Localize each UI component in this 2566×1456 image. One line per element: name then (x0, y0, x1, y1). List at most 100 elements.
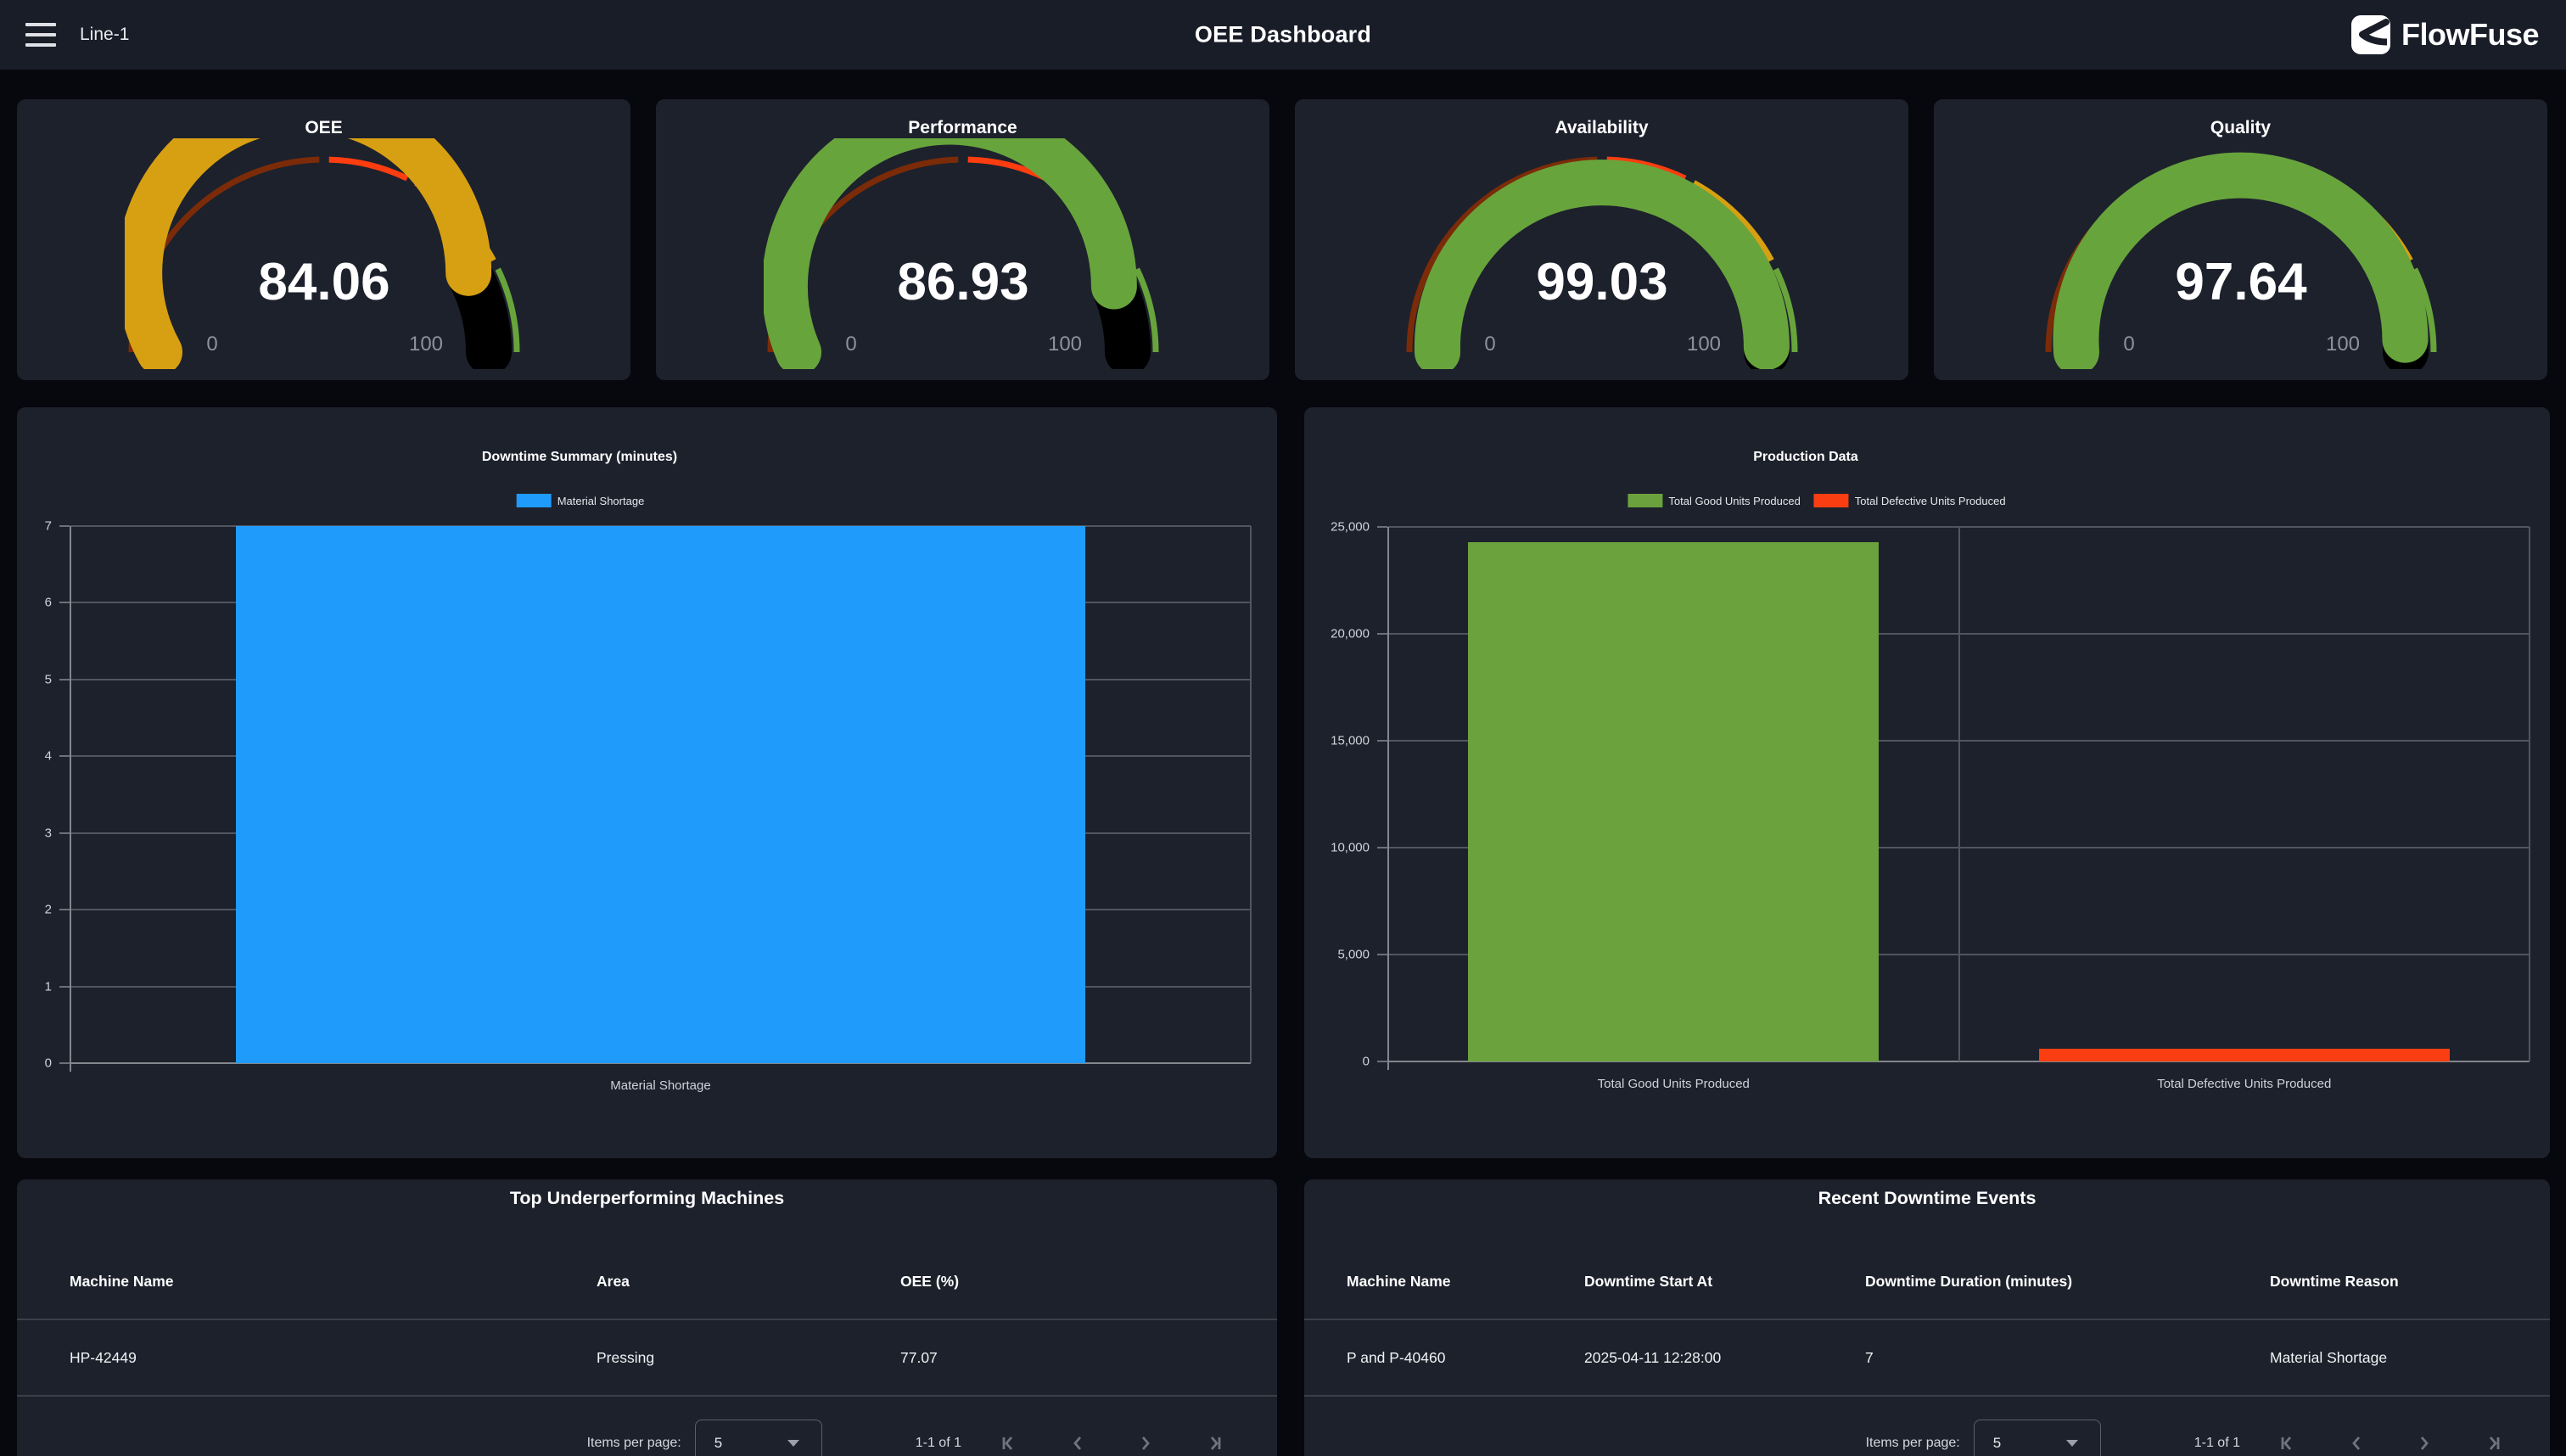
y-axis-tick-label: 15,000 (1285, 735, 1370, 748)
svg-text:0: 0 (206, 333, 217, 356)
pagination-buttons (2277, 1432, 2503, 1454)
oee-dashboard-screen: Line-1 OEE Dashboard FlowFuse OEE84.0601… (0, 0, 2566, 1456)
x-axis-label: Material Shortage (610, 1078, 710, 1093)
y-axis-tick-mark (1377, 1061, 1387, 1062)
gauge-value: 97.64 (2175, 253, 2307, 311)
y-axis-tick-label: 2 (0, 904, 52, 916)
y-axis-line (70, 526, 71, 1072)
chevron-right-icon[interactable] (1135, 1432, 1157, 1454)
first-page-icon[interactable] (999, 1432, 1021, 1454)
table-title: Recent Downtime Events (1304, 1188, 2550, 1209)
items-per-page-select[interactable]: 5 (1974, 1420, 2101, 1456)
svg-text:0: 0 (845, 333, 856, 356)
svg-text:100: 100 (1686, 333, 1720, 356)
y-axis-tick-mark (1377, 847, 1387, 848)
y-axis-tick-mark (59, 755, 70, 757)
items-per-page-label: Items per page: (587, 1436, 681, 1451)
y-axis-tick-mark (59, 909, 70, 910)
y-axis-tick-label: 0 (1285, 1056, 1370, 1068)
gauge-value: 86.93 (897, 253, 1028, 311)
gauge-card-oee: OEE84.060100 (17, 99, 630, 380)
first-page-icon[interactable] (2277, 1432, 2300, 1454)
table-cell: HP-42449 (70, 1349, 137, 1367)
items-per-page-value: 5 (1993, 1435, 2001, 1452)
x-axis-label: Total Defective Units Produced (2157, 1077, 2331, 1091)
menu-icon[interactable] (25, 23, 56, 47)
chevron-down-icon (2066, 1440, 2078, 1447)
gauge-card-performance: Performance 86.93 0 100 (656, 99, 1269, 380)
table-header-cell: Downtime Reason (2270, 1273, 2399, 1291)
items-per-page-value: 5 (714, 1435, 722, 1452)
chart-card-1: Production DataTotal Good Units Produced… (1304, 407, 2550, 1158)
y-axis-tick-mark (1377, 526, 1387, 528)
flowfuse-icon (2350, 14, 2391, 55)
items-per-page-label: Items per page: (1866, 1436, 1960, 1451)
table-header-cell: Machine Name (1347, 1273, 1451, 1291)
chart-plot: 01234567Material Shortage (17, 407, 1277, 1158)
y-axis-tick-label: 1 (0, 980, 52, 993)
chevron-left-icon[interactable] (2345, 1432, 2367, 1454)
table-cell: 7 (1865, 1349, 1874, 1367)
chart-card-0: Downtime Summary (minutes)Material Short… (17, 407, 1277, 1158)
y-axis-tick-mark (1377, 740, 1387, 742)
divider (17, 1395, 1277, 1397)
items-per-page-select[interactable]: 5 (695, 1420, 822, 1456)
svg-text:100: 100 (408, 333, 442, 356)
y-axis-tick-label: 10,000 (1285, 842, 1370, 854)
category-gridline (2529, 527, 2530, 1061)
divider (1304, 1319, 2550, 1320)
table-pagination: Items per page:51-1 of 1 (1866, 1419, 2503, 1456)
table-card-0: Top Underperforming Machines Machine Name… (17, 1179, 1277, 1456)
svg-text:0: 0 (2123, 333, 2134, 356)
chevron-left-icon[interactable] (1067, 1432, 1089, 1454)
chevron-down-icon (787, 1440, 799, 1447)
table-cell: P and P-40460 (1347, 1349, 1445, 1367)
category-gridline (1958, 527, 1960, 1061)
y-axis-line (1387, 527, 1389, 1070)
y-axis-tick-label: 20,000 (1285, 628, 1370, 641)
gauge-card-availability: Availability99.030100 (1295, 99, 1908, 380)
last-page-icon[interactable] (2481, 1432, 2503, 1454)
y-axis-tick-mark (1377, 954, 1387, 955)
svg-text:100: 100 (1047, 333, 1081, 356)
last-page-icon[interactable] (1202, 1432, 1224, 1454)
gauge-value: 99.03 (1536, 253, 1667, 311)
y-axis-tick-mark (59, 1062, 70, 1064)
pagination-buttons (999, 1432, 1224, 1454)
table-title: Top Underperforming Machines (17, 1188, 1277, 1209)
divider (17, 1319, 1277, 1320)
table-header-cell: Machine Name (70, 1273, 174, 1291)
gauge-availability: 99.030100 (1403, 138, 1801, 369)
gauge-oee: 84.06 0 100 (125, 138, 524, 369)
table-cell: 2025-04-11 12:28:00 (1584, 1349, 1721, 1367)
top-bar: Line-1 OEE Dashboard FlowFuse (0, 0, 2566, 70)
brand-logo: FlowFuse (2350, 14, 2539, 55)
gauge-performance: 86.93 0 100 (764, 138, 1163, 369)
divider (1304, 1395, 2550, 1397)
chart-plot: 05,00010,00015,00020,00025,000Total Good… (1304, 407, 2550, 1158)
table-header-cell: Downtime Duration (minutes) (1865, 1273, 2072, 1291)
x-axis-label: Total Good Units Produced (1598, 1077, 1750, 1091)
y-axis-tick-mark (59, 525, 70, 527)
gauge-card-quality: Quality97.640100 (1934, 99, 2547, 380)
y-axis-tick-label: 3 (0, 826, 52, 839)
y-axis-tick-mark (59, 602, 70, 603)
gauge-title: Performance (656, 118, 1269, 138)
table-cell: Pressing (597, 1349, 654, 1367)
y-axis-tick-label: 4 (0, 750, 52, 763)
y-axis-tick-mark (1377, 633, 1387, 635)
y-axis-tick-mark (59, 832, 70, 834)
bar-material-shortage (236, 526, 1086, 1063)
bar-total-defective-units-produced (2039, 1049, 2450, 1061)
y-axis-tick-label: 5 (0, 673, 52, 686)
y-axis-tick-label: 25,000 (1285, 521, 1370, 534)
y-axis-tick-label: 5,000 (1285, 949, 1370, 961)
table-cell: Material Shortage (2270, 1349, 2387, 1367)
y-axis-tick-label: 0 (0, 1057, 52, 1070)
page-name: Line-1 (80, 25, 129, 45)
chevron-right-icon[interactable] (2413, 1432, 2435, 1454)
svg-text:100: 100 (2325, 333, 2359, 356)
table-header-cell: OEE (%) (900, 1273, 959, 1291)
gauge-value: 84.06 (258, 253, 389, 311)
table-cell: 77.07 (900, 1349, 938, 1367)
